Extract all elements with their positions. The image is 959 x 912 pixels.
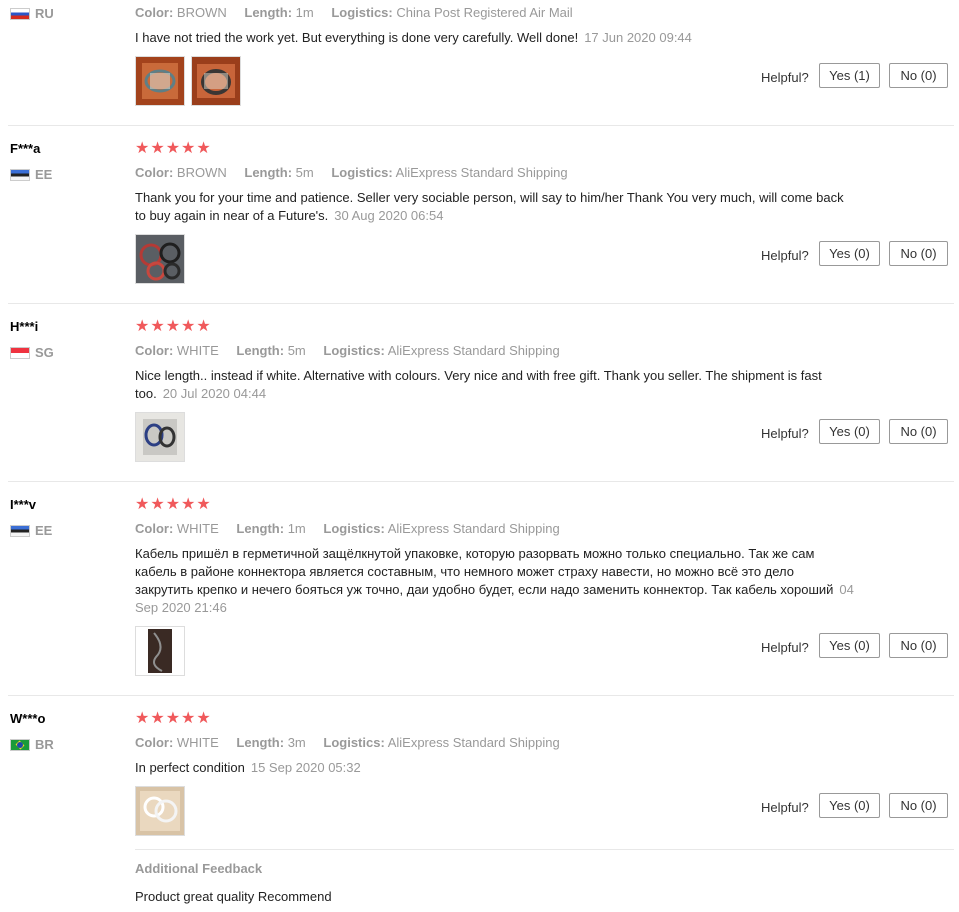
star-icon: ★ — [196, 140, 211, 157]
review-divider — [8, 481, 954, 482]
star-icon: ★ — [196, 710, 211, 727]
review-photo[interactable] — [135, 234, 185, 284]
helpful-yes-button[interactable]: Yes (0) — [819, 419, 880, 444]
star-icon: ★ — [135, 318, 150, 335]
review-text: I have not tried the work yet. But every… — [135, 30, 692, 45]
review-date: 17 Jun 2020 09:44 — [584, 30, 692, 45]
star-icon: ★ — [165, 710, 181, 727]
review-attributes: Color: WHITE Length: 3m Logistics: AliEx… — [135, 735, 560, 750]
review-images — [135, 234, 185, 284]
review-text: Кабель пришёл в герметичной защёлкнутой … — [135, 546, 854, 615]
review-text: Thank you for your time and patience. Se… — [135, 190, 844, 223]
star-icon: ★ — [150, 496, 165, 513]
reviewer-name: H***i — [10, 319, 39, 334]
review-attributes: Color: BROWN Length: 5m Logistics: AliEx… — [135, 165, 568, 180]
review-attributes: Color: WHITE Length: 1m Logistics: AliEx… — [135, 521, 560, 536]
review-photo[interactable] — [135, 412, 185, 462]
feedback-divider — [135, 849, 954, 850]
helpful-label: Helpful? — [761, 426, 809, 441]
review-images — [135, 56, 241, 106]
review-divider — [8, 125, 954, 126]
review-divider — [8, 303, 954, 304]
star-rating: ★ ★ ★ ★ ★ — [135, 497, 211, 513]
star-rating: ★ ★ ★ ★ ★ — [135, 711, 211, 727]
review-images — [135, 626, 185, 676]
br-flag-icon — [10, 738, 30, 751]
star-icon: ★ — [135, 140, 150, 157]
additional-feedback-text: Product great quality Recommend — [135, 889, 332, 904]
reviewer-country: EE — [10, 167, 52, 182]
ru-flag-icon — [10, 7, 30, 20]
helpful-no-button[interactable]: No (0) — [889, 241, 948, 266]
star-icon: ★ — [181, 496, 196, 513]
ee-flag-icon — [10, 168, 30, 181]
review-attributes: Color: WHITE Length: 5m Logistics: AliEx… — [135, 343, 560, 358]
review-date: 20 Jul 2020 04:44 — [162, 386, 267, 401]
star-icon: ★ — [135, 710, 150, 727]
reviewer-country: RU — [10, 6, 54, 21]
review-text: Nice length.. instead if white. Alternat… — [135, 368, 822, 401]
star-rating: ★ ★ ★ ★ ★ — [135, 319, 211, 335]
star-icon: ★ — [150, 318, 165, 335]
star-icon: ★ — [181, 140, 196, 157]
review-photo[interactable] — [135, 626, 185, 676]
helpful-no-button[interactable]: No (0) — [889, 419, 948, 444]
review-date: 15 Sep 2020 05:32 — [250, 760, 361, 775]
star-icon: ★ — [135, 496, 150, 513]
star-icon: ★ — [150, 140, 165, 157]
star-icon: ★ — [196, 318, 211, 335]
reviewer-name: W***o — [10, 711, 46, 726]
helpful-label: Helpful? — [761, 640, 809, 655]
helpful-label: Helpful? — [761, 248, 809, 263]
helpful-label: Helpful? — [761, 800, 809, 815]
reviewer-name: I***v — [10, 497, 37, 512]
helpful-no-button[interactable]: No (0) — [889, 63, 948, 88]
star-icon: ★ — [165, 140, 181, 157]
helpful-yes-button[interactable]: Yes (0) — [819, 633, 880, 658]
review-date: 30 Aug 2020 06:54 — [334, 208, 444, 223]
additional-feedback-label: Additional Feedback — [135, 861, 263, 876]
star-icon: ★ — [165, 496, 181, 513]
review-divider — [8, 695, 954, 696]
star-icon: ★ — [181, 710, 196, 727]
ee-flag-icon — [10, 524, 30, 537]
review-photo[interactable] — [135, 786, 185, 836]
reviewer-country: SG — [10, 345, 54, 360]
star-icon: ★ — [181, 318, 196, 335]
star-icon: ★ — [150, 710, 165, 727]
helpful-yes-button[interactable]: Yes (0) — [819, 241, 880, 266]
review-images — [135, 786, 185, 836]
review-photo[interactable] — [135, 56, 185, 106]
star-icon: ★ — [165, 318, 181, 335]
review-text: In perfect condition 15 Sep 2020 05:32 — [135, 760, 361, 775]
reviewer-name: F***a — [10, 141, 41, 156]
star-icon: ★ — [196, 496, 211, 513]
reviewer-country: BR — [10, 737, 54, 752]
helpful-no-button[interactable]: No (0) — [889, 793, 948, 818]
review-images — [135, 412, 185, 462]
reviewer-country: EE — [10, 523, 52, 538]
sg-flag-icon — [10, 346, 30, 359]
helpful-yes-button[interactable]: Yes (0) — [819, 793, 880, 818]
helpful-label: Helpful? — [761, 70, 809, 85]
star-rating: ★ ★ ★ ★ ★ — [135, 141, 211, 157]
helpful-no-button[interactable]: No (0) — [889, 633, 948, 658]
helpful-yes-button[interactable]: Yes (1) — [819, 63, 880, 88]
review-photo[interactable] — [191, 56, 241, 106]
review-attributes: Color: BROWN Length: 1m Logistics: China… — [135, 5, 573, 20]
